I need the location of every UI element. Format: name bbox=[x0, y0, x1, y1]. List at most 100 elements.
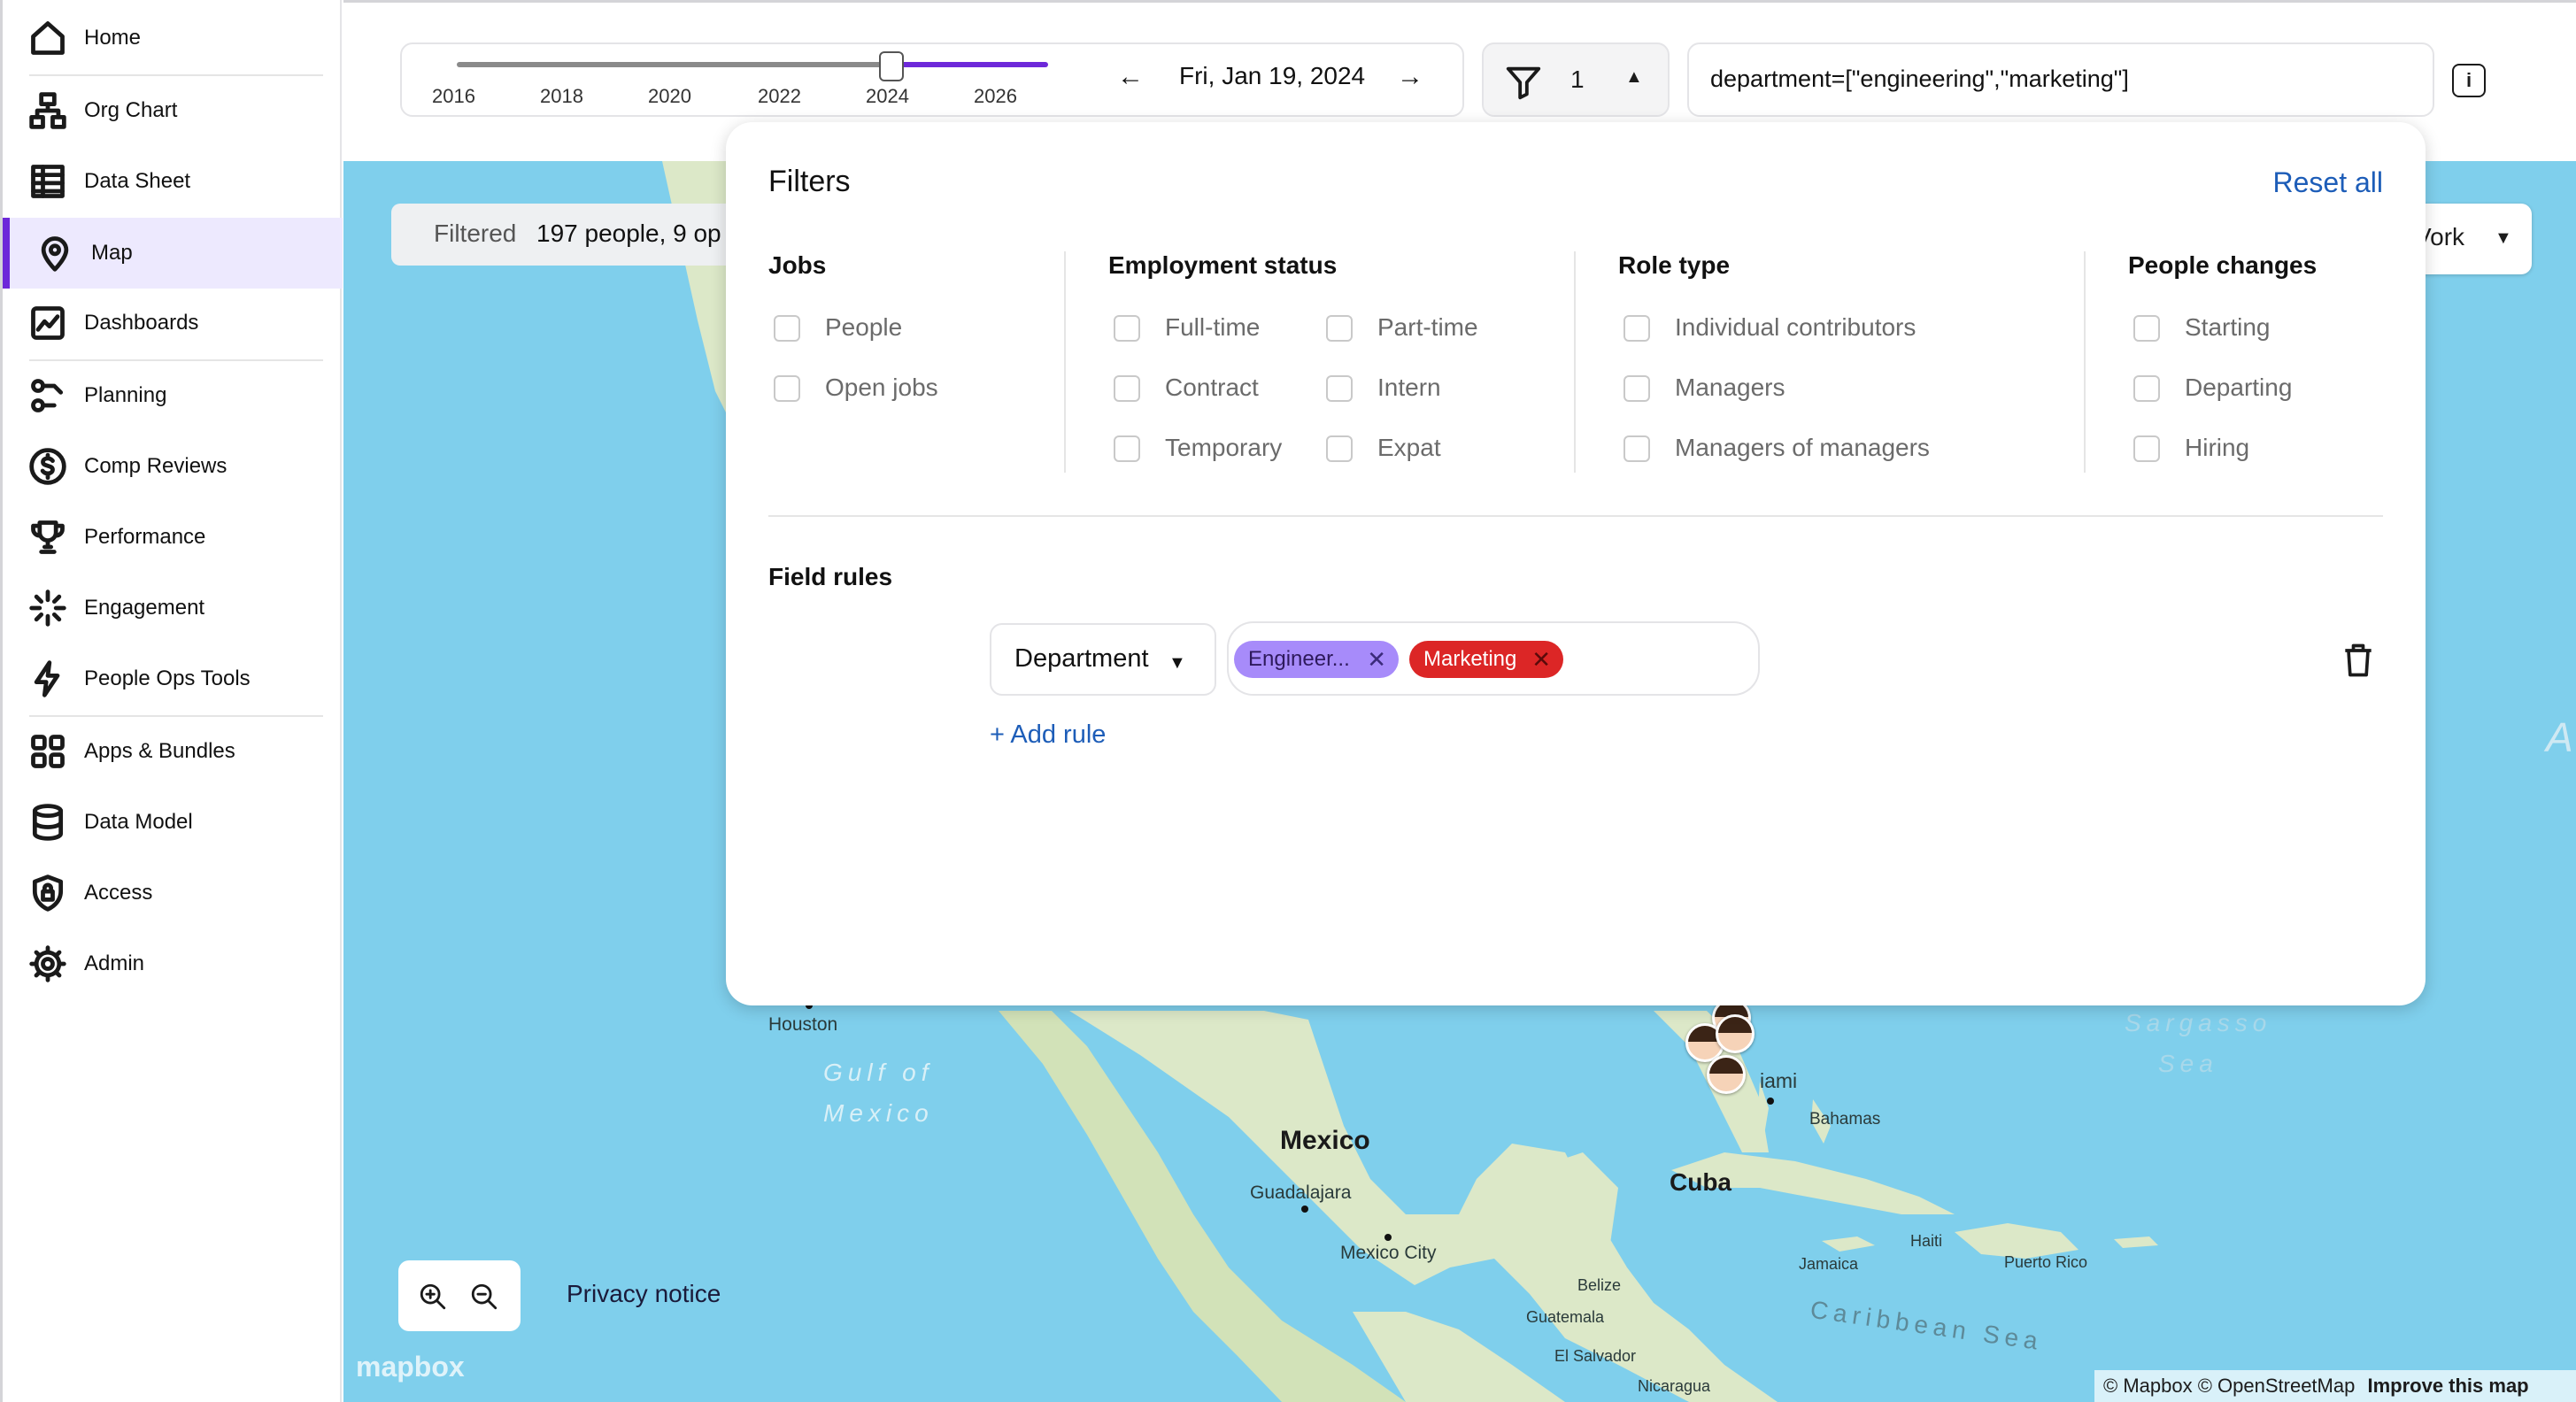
checkbox-people[interactable] bbox=[774, 315, 800, 342]
map-label-mexico: Mexico bbox=[1280, 1126, 1370, 1155]
map-label-nicaragua: Nicaragua bbox=[1638, 1377, 1711, 1395]
filter-icon bbox=[1506, 66, 1541, 100]
zoom-in-icon[interactable] bbox=[418, 1282, 448, 1312]
checkbox-label: Open jobs bbox=[825, 374, 938, 401]
checkbox-starting[interactable] bbox=[2133, 315, 2160, 342]
checkbox-label: Temporary bbox=[1165, 434, 1283, 461]
divider bbox=[1574, 251, 1576, 473]
chevron-down-icon: ▼ bbox=[1168, 653, 1186, 673]
next-date-button[interactable]: → bbox=[1397, 62, 1423, 92]
checkbox-part-time[interactable] bbox=[1326, 315, 1353, 342]
city-dot bbox=[1767, 1098, 1774, 1105]
attribution-text[interactable]: © Mapbox © OpenStreetMap bbox=[2103, 1375, 2355, 1397]
map-label-miami: iami bbox=[1760, 1069, 1798, 1092]
sidebar-item-label: Access bbox=[84, 881, 153, 905]
checkbox-managers-of-managers[interactable] bbox=[1623, 435, 1650, 462]
close-icon[interactable]: ✕ bbox=[1531, 646, 1551, 674]
divider bbox=[2084, 251, 2086, 473]
sidebar-item-label: Engagement bbox=[84, 596, 205, 620]
sidebar-item-comp-reviews[interactable]: Comp Reviews bbox=[3, 432, 343, 501]
chevron-up-icon: ▲ bbox=[1625, 67, 1643, 87]
value-chip-marketing: Marketing ✕ bbox=[1409, 641, 1563, 678]
sidebar-item-planning[interactable]: Planning bbox=[3, 361, 343, 430]
close-icon[interactable]: ✕ bbox=[1367, 646, 1386, 674]
timeline-year: 2018 bbox=[540, 85, 583, 107]
filter-summary: Filtered 197 people, 9 op bbox=[391, 204, 772, 266]
add-rule-button[interactable]: + Add rule bbox=[990, 720, 1106, 750]
trash-icon[interactable] bbox=[2339, 639, 2378, 682]
checkbox-label: Individual contributors bbox=[1675, 313, 1917, 341]
checkbox-individual-contributors[interactable] bbox=[1623, 315, 1650, 342]
sidebar-item-label: Apps & Bundles bbox=[84, 739, 235, 763]
role-type-title: Role type bbox=[1618, 251, 1731, 279]
sidebar-item-home[interactable]: Home bbox=[3, 4, 343, 73]
timeline-year: 2020 bbox=[648, 85, 691, 107]
improve-map-link[interactable]: Improve this map bbox=[2367, 1375, 2528, 1397]
checkbox-label: Intern bbox=[1377, 374, 1441, 401]
filtered-label: Filtered bbox=[434, 220, 517, 247]
checkbox-open-jobs[interactable] bbox=[774, 375, 800, 402]
org-chart-icon bbox=[27, 90, 68, 131]
checkbox-label: Departing bbox=[2185, 374, 2293, 401]
zoom-out-icon[interactable] bbox=[469, 1282, 499, 1312]
filters-panel: Filters Reset all Jobs People Open jobs … bbox=[726, 122, 2426, 1005]
checkbox-hiring[interactable] bbox=[2133, 435, 2160, 462]
timeline-handle[interactable] bbox=[879, 51, 904, 81]
map-label-sargasso: Sea bbox=[2158, 1050, 2218, 1077]
checkbox-contract[interactable] bbox=[1114, 375, 1140, 402]
sidebar-item-access[interactable]: Access bbox=[3, 859, 343, 928]
sidebar-item-apps-bundles[interactable]: Apps & Bundles bbox=[3, 717, 343, 786]
sidebar-item-engagement[interactable]: Engagement bbox=[3, 574, 343, 643]
person-avatar[interactable] bbox=[1716, 1014, 1755, 1053]
checkbox-expat[interactable] bbox=[1326, 435, 1353, 462]
trophy-icon bbox=[27, 517, 68, 558]
checkbox-departing[interactable] bbox=[2133, 375, 2160, 402]
sidebar-item-org-chart[interactable]: Org Chart bbox=[3, 76, 343, 145]
map-label-cuba: Cuba bbox=[1670, 1168, 1731, 1196]
sidebar-item-performance[interactable]: Performance bbox=[3, 503, 343, 572]
sidebar-item-map[interactable]: Map bbox=[3, 218, 343, 289]
checkbox-full-time[interactable] bbox=[1114, 315, 1140, 342]
chip-label: Engineer... bbox=[1248, 647, 1350, 671]
employment-status-title: Employment status bbox=[1108, 251, 1338, 279]
grid-icon bbox=[27, 731, 68, 772]
reset-all-button[interactable]: Reset all bbox=[2273, 166, 2384, 199]
sidebar-item-admin[interactable]: Admin bbox=[3, 929, 343, 998]
info-button[interactable]: i bbox=[2452, 64, 2486, 97]
sidebar-item-data-model[interactable]: Data Model bbox=[3, 788, 343, 857]
person-avatar[interactable] bbox=[1707, 1055, 1746, 1094]
people-changes-title: People changes bbox=[2128, 251, 2318, 279]
database-icon bbox=[27, 802, 68, 843]
privacy-notice-link[interactable]: Privacy notice bbox=[567, 1280, 721, 1308]
timeline-year: 2022 bbox=[758, 85, 801, 107]
sidebar-item-people-ops-tools[interactable]: People Ops Tools bbox=[3, 644, 343, 713]
sparkle-icon bbox=[27, 588, 68, 628]
map-label-el-salvador: El Salvador bbox=[1554, 1347, 1637, 1365]
table-icon bbox=[27, 161, 68, 202]
previous-date-button[interactable]: ← bbox=[1117, 62, 1144, 92]
checkbox-label: Managers bbox=[1675, 374, 1785, 401]
timeline-track[interactable] bbox=[457, 62, 894, 67]
chart-icon bbox=[27, 303, 68, 343]
value-chip-engineering: Engineer... ✕ bbox=[1234, 641, 1399, 678]
query-text: department=["engineering","marketing"] bbox=[1710, 65, 2129, 92]
map-label-haiti: Haiti bbox=[1910, 1232, 1943, 1250]
checkbox-intern[interactable] bbox=[1326, 375, 1353, 402]
field-select-label: Department bbox=[1014, 644, 1149, 673]
timeline-year: 2026 bbox=[974, 85, 1017, 107]
sidebar-item-label: People Ops Tools bbox=[84, 666, 251, 690]
sidebar-item-dashboards[interactable]: Dashboards bbox=[3, 289, 343, 358]
map-label-gulf: Gulf of bbox=[823, 1059, 934, 1086]
map-label-puerto-rico: Puerto Rico bbox=[2004, 1253, 2088, 1271]
checkbox-label: People bbox=[825, 313, 903, 341]
city-dot bbox=[1301, 1206, 1308, 1213]
filter-toggle-button[interactable]: 1 ▲ bbox=[1482, 42, 1670, 117]
sidebar-item-data-sheet[interactable]: Data Sheet bbox=[3, 147, 343, 216]
map-label-edge: A bbox=[2546, 714, 2573, 760]
checkbox-temporary[interactable] bbox=[1114, 435, 1140, 462]
map-pin-icon bbox=[35, 233, 75, 273]
current-date[interactable]: Fri, Jan 19, 2024 bbox=[1179, 62, 1365, 90]
checkbox-managers[interactable] bbox=[1623, 375, 1650, 402]
field-rules-title: Field rules bbox=[768, 563, 893, 590]
timeline-year: 2024 bbox=[866, 85, 909, 107]
